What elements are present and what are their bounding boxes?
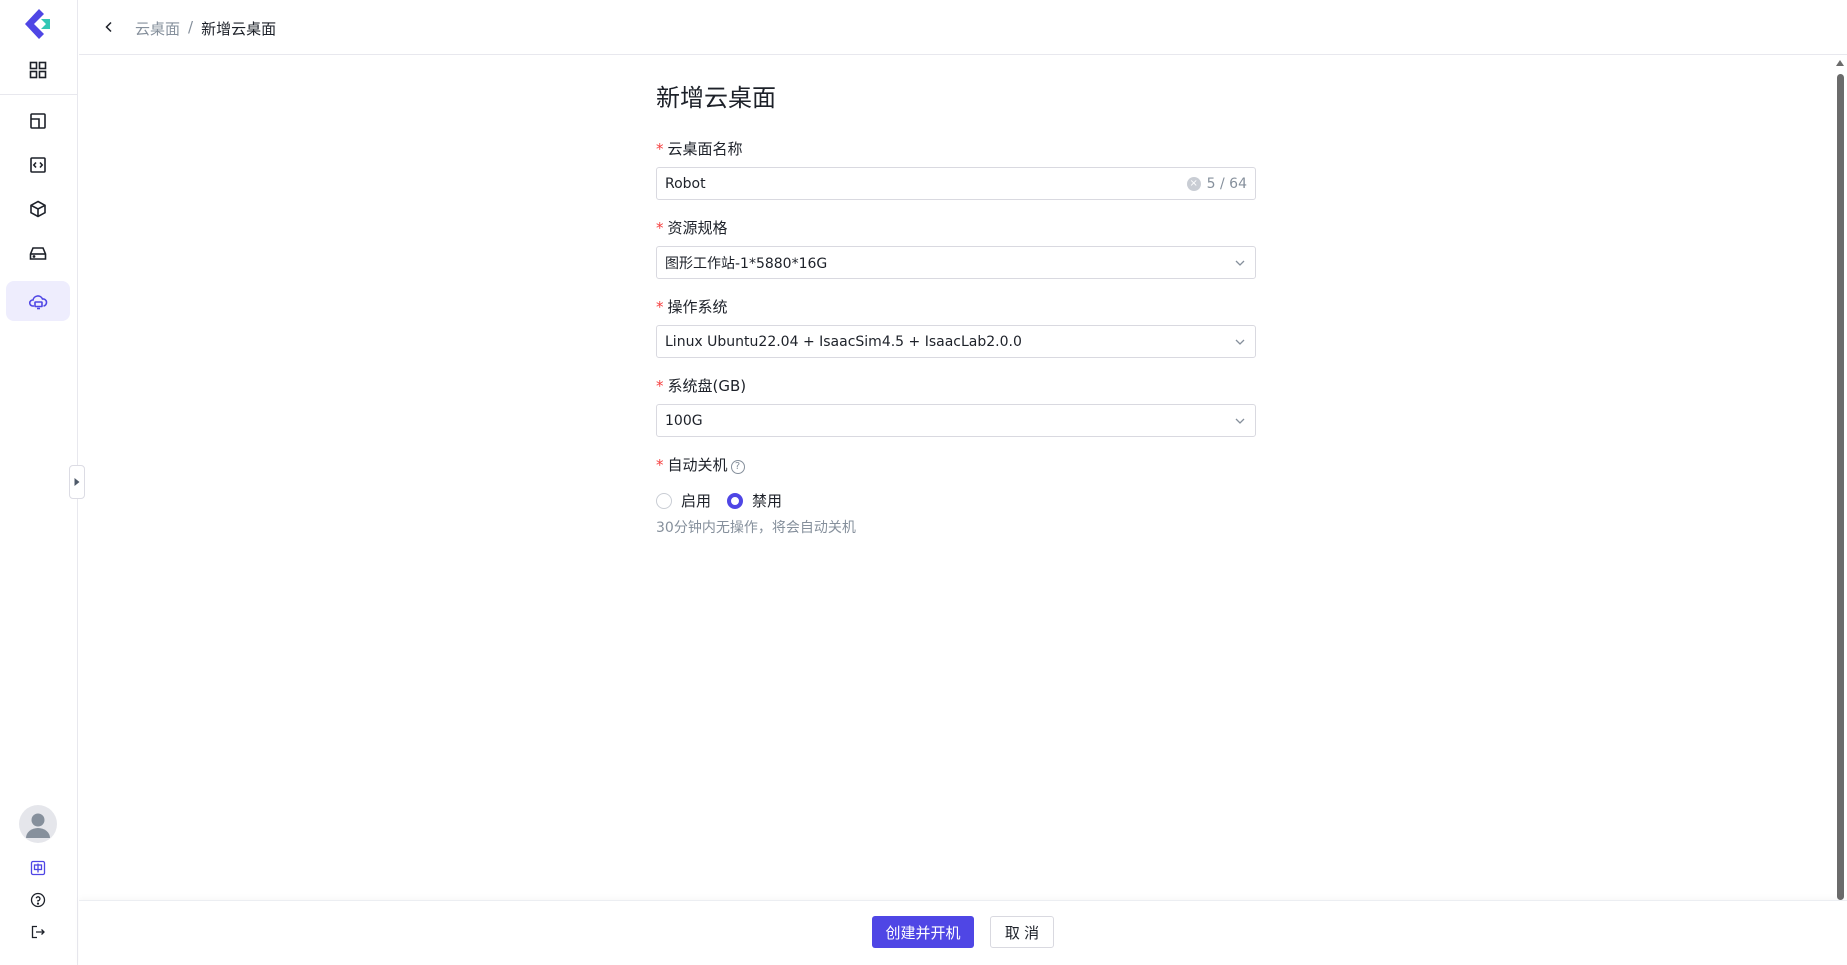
required-mark: * xyxy=(656,140,664,158)
resource-spec-select[interactable]: 图形工作站-1*5880*16G xyxy=(656,246,1256,279)
chevron-down-icon xyxy=(1235,339,1245,345)
layout-icon xyxy=(30,113,46,129)
breadcrumb-current: 新增云桌面 xyxy=(201,20,277,38)
dashboard-grid-icon xyxy=(29,61,47,79)
auto-shutdown-radio-group: 启用 禁用 xyxy=(656,490,798,511)
os-select[interactable]: Linux Ubuntu22.04 + IsaacSim4.5 + IsaacL… xyxy=(656,325,1256,358)
resource-spec-value: 图形工作站-1*5880*16G xyxy=(665,255,828,272)
desktop-name-input[interactable]: Robot × 5 / 64 xyxy=(656,167,1256,200)
auto-shutdown-hint: 30分钟内无操作，将会自动关机 xyxy=(656,520,856,536)
breadcrumb-separator: / xyxy=(188,18,194,36)
page-title: 新增云桌面 xyxy=(656,84,776,112)
radio-disable[interactable]: 禁用 xyxy=(727,490,782,511)
storage-icon xyxy=(29,247,47,260)
scroll-thumb[interactable] xyxy=(1837,74,1844,900)
sidebar-item-code[interactable] xyxy=(6,145,70,185)
logout-button[interactable] xyxy=(28,922,48,942)
help-icon xyxy=(30,892,46,908)
auto-shutdown-label: * 自动关机? xyxy=(656,454,745,475)
radio-enable-circle[interactable] xyxy=(656,492,672,509)
create-desktop-form: 新增云桌面 * 云桌面名称 Robot × 5 / 64 * 资源规格 图形工作站-… xyxy=(656,80,1256,536)
os-field-label: * 操作系统 xyxy=(656,298,728,316)
clear-icon[interactable]: × xyxy=(1186,176,1201,191)
sidebar xyxy=(0,0,78,965)
sidebar-divider xyxy=(0,94,78,95)
scrollbar[interactable] xyxy=(1834,56,1847,900)
scroll-up-icon[interactable] xyxy=(1836,60,1844,66)
code-icon xyxy=(30,157,46,173)
language-icon xyxy=(30,860,46,876)
os-value: Linux Ubuntu22.04 + IsaacSim4.5 + IsaacL… xyxy=(665,333,1022,350)
help-button[interactable] xyxy=(28,890,48,910)
sidebar-item-cloud-desktop[interactable] xyxy=(6,281,70,321)
question-circle-icon[interactable]: ? xyxy=(730,460,745,474)
cloud-desktop-icon xyxy=(28,295,48,310)
sidebar-item-dashboard[interactable] xyxy=(6,50,70,90)
radio-enable-label: 启用 xyxy=(681,492,712,510)
char-counter: 5 / 64 xyxy=(1206,175,1247,192)
form-footer: 创建并开机 取 消 xyxy=(79,900,1847,965)
sidebar-collapse-toggle[interactable] xyxy=(69,465,85,499)
sidebar-item-storage[interactable] xyxy=(6,233,70,273)
back-button[interactable] xyxy=(99,17,119,37)
system-disk-value: 100G xyxy=(665,412,703,429)
disk-field-label: * 系统盘(GB) xyxy=(656,377,747,395)
user-avatar-icon xyxy=(26,813,50,838)
avatar[interactable] xyxy=(19,805,57,843)
system-disk-select[interactable]: 100G xyxy=(656,404,1256,437)
sidebar-item-layout[interactable] xyxy=(6,101,70,141)
caret-right-icon xyxy=(74,478,80,486)
cancel-button[interactable]: 取 消 xyxy=(990,916,1054,948)
desktop-name-value: Robot xyxy=(665,175,706,192)
cube-icon xyxy=(30,200,46,218)
chevron-down-icon xyxy=(1235,418,1245,424)
create-and-start-button[interactable]: 创建并开机 xyxy=(872,916,974,948)
radio-disable-circle[interactable] xyxy=(727,492,744,509)
breadcrumb-parent[interactable]: 云桌面 xyxy=(135,18,180,39)
chevron-down-icon xyxy=(1235,260,1245,266)
logout-icon xyxy=(31,925,45,939)
radio-enable[interactable]: 启用 xyxy=(656,490,711,511)
page-header: 云桌面 / 新增云桌面 xyxy=(79,0,1847,55)
chevron-left-icon xyxy=(105,21,112,33)
sidebar-item-models[interactable] xyxy=(6,189,70,229)
spec-field-label: * 资源规格 xyxy=(656,219,728,237)
app-logo[interactable] xyxy=(19,6,55,42)
name-field-label: * 云桌面名称 xyxy=(656,140,743,158)
breadcrumb: 云桌面 / 新增云桌面 xyxy=(135,18,276,39)
language-switch[interactable] xyxy=(28,858,48,878)
radio-disable-label: 禁用 xyxy=(752,492,783,510)
